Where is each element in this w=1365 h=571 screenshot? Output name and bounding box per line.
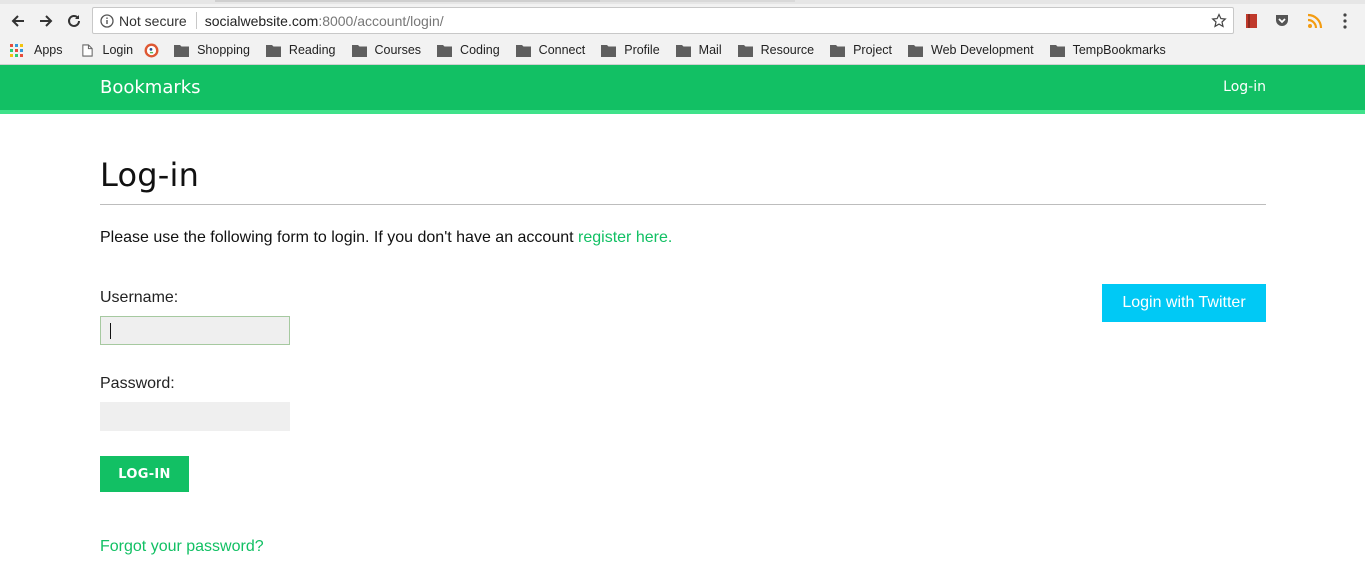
bookmark-folder-shopping[interactable]: Shopping [174, 39, 250, 61]
folder-icon [737, 44, 753, 57]
pocket-icon[interactable] [1274, 13, 1290, 29]
duckduckgo-icon [144, 43, 159, 57]
bookmark-label: Profile [624, 43, 660, 57]
bookmark-label: Resource [760, 43, 815, 57]
page-title: Log-in [100, 156, 200, 194]
username-input[interactable] [100, 316, 290, 345]
forward-icon[interactable] [32, 7, 60, 35]
bookmark-folder-mail[interactable]: Mail [675, 39, 722, 61]
folder-icon [601, 44, 617, 57]
folder-icon [908, 44, 923, 57]
bookmark-apps[interactable]: Apps [10, 39, 63, 61]
back-icon[interactable] [4, 7, 32, 35]
folder-icon [174, 44, 190, 57]
brand-logo[interactable]: Bookmarks [100, 77, 201, 98]
security-label[interactable]: Not secure [119, 13, 187, 29]
bookmark-folder-tempbookmarks[interactable]: TempBookmarks [1049, 39, 1166, 61]
password-input[interactable] [100, 402, 290, 431]
register-link[interactable]: register here. [578, 229, 672, 246]
apps-icon [10, 43, 23, 57]
divider [100, 204, 1266, 205]
bookmark-folder-coding[interactable]: Coding [437, 39, 500, 61]
header-accent-strip [0, 110, 1365, 114]
divider [195, 12, 197, 29]
folder-icon [265, 44, 281, 57]
bookmark-label: Reading [288, 43, 336, 57]
url-host: socialwebsite.com [204, 12, 319, 29]
intro-text: Please use the following form to login. … [100, 229, 672, 247]
bookmark-label: Shopping [197, 43, 250, 57]
bookmark-folder-connect[interactable]: Connect [515, 39, 586, 61]
info-icon[interactable] [100, 13, 114, 28]
page-icon [81, 43, 93, 57]
url-path: :8000/account/login/ [318, 12, 444, 29]
address-bar[interactable]: Not secure socialwebsite.com:8000/accoun… [92, 7, 1234, 34]
bookmark-folder-resource[interactable]: Resource [737, 39, 815, 61]
bookmark-label: Web Development [931, 43, 1034, 57]
folder-icon [351, 44, 367, 57]
bookmark-folder-reading[interactable]: Reading [265, 39, 336, 61]
folder-icon [830, 44, 846, 57]
rss-icon[interactable] [1307, 13, 1323, 29]
menu-icon[interactable] [1342, 12, 1348, 30]
reload-icon[interactable] [60, 7, 88, 35]
text-cursor [110, 323, 111, 339]
bookmark-label: Mail [698, 43, 722, 57]
bookmark-label: Project [853, 43, 892, 57]
bookmark-folder-project[interactable]: Project [830, 39, 892, 61]
header-login-link[interactable]: Log-in [1223, 79, 1266, 95]
folder-icon [437, 44, 453, 57]
twitter-login-button[interactable]: Login with Twitter [1102, 284, 1266, 322]
bookmarks-bar: Apps Login Shopping Reading Courses Codi… [0, 38, 1365, 62]
bookmark-folder-web-development[interactable]: Web Development [908, 39, 1034, 61]
bookmark-duckduckgo[interactable] [144, 39, 159, 61]
browser-toolbar: Not secure socialwebsite.com:8000/accoun… [0, 4, 1365, 38]
folder-icon [515, 44, 531, 57]
bookmark-label: Coding [460, 43, 500, 57]
bookmark-folder-profile[interactable]: Profile [601, 39, 660, 61]
bookmark-label: Connect [538, 43, 586, 57]
site-header: Bookmarks Log-in [0, 65, 1365, 110]
login-button[interactable]: LOG-IN [100, 456, 189, 492]
url-text[interactable]: socialwebsite.com:8000/account/login/ [205, 13, 444, 29]
password-label: Password: [100, 375, 175, 392]
browser-chrome: Not secure socialwebsite.com:8000/accoun… [0, 0, 1365, 65]
folder-icon [1049, 44, 1065, 57]
bookmark-label: Login [102, 43, 134, 57]
bookmark-label: Apps [34, 43, 63, 57]
bookmark-extension-icon[interactable] [1244, 13, 1260, 29]
bookmark-folder-courses[interactable]: Courses [351, 39, 422, 61]
folder-icon [675, 44, 691, 57]
bookmark-label: TempBookmarks [1072, 43, 1166, 57]
star-icon[interactable] [1211, 13, 1227, 29]
forgot-password-link[interactable]: Forgot your password? [100, 538, 264, 556]
bookmark-label: Courses [374, 43, 422, 57]
username-label: Username: [100, 289, 179, 306]
bookmark-login[interactable]: Login [80, 39, 134, 61]
intro-message: Please use the following form to login. … [100, 229, 579, 246]
